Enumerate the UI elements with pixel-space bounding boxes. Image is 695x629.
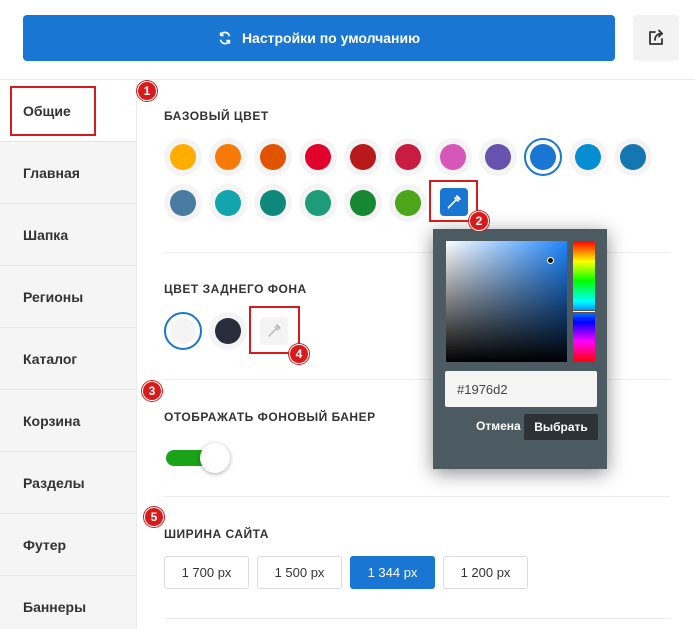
reset-defaults-label: Настройки по умолчанию [241,30,421,46]
sidebar-item-label: Общие [23,102,71,119]
base-color-swatch[interactable] [344,184,382,222]
base-color-swatch[interactable] [299,184,337,222]
sidebar-item-sections[interactable]: Разделы [0,452,136,514]
background-color-swatch[interactable] [209,312,247,350]
swatch-color [485,144,511,170]
sidebar-item-label: Корзина [23,412,81,429]
base-color-swatch[interactable] [209,138,247,176]
background-color-title: ЦВЕТ ЗАДНЕГО ФОНА [164,282,307,296]
base-color-swatch[interactable] [524,138,562,176]
choose-button[interactable]: Выбрать [524,414,598,440]
swatch-color [350,190,376,216]
cancel-button[interactable]: Отмена [476,419,521,433]
section-divider [164,618,670,619]
swatch-color [260,190,286,216]
swatch-color [395,190,421,216]
toggle-knob [200,443,230,473]
swatch-color [215,144,241,170]
eyedropper-icon [446,194,462,210]
sidebar-item-catalog[interactable]: Каталог [0,328,136,390]
background-color-custom-button[interactable] [260,317,288,345]
swatch-color [620,144,646,170]
sidebar-item-header[interactable]: Шапка [0,204,136,266]
sidebar-item-label: Шапка [23,226,69,243]
base-color-swatch[interactable] [389,184,427,222]
swatch-color [215,318,241,344]
sidebar-item-label: Каталог [23,350,78,367]
annotation-marker: 4 [289,344,309,364]
annotation-marker: 3 [142,381,162,401]
base-color-swatch[interactable] [389,138,427,176]
color-picker-popup: Отмена Выбрать [433,229,607,469]
swatch-color [305,190,331,216]
settings-sidebar: Общие Главная Шапка Регионы Каталог Корз… [0,80,137,629]
sidebar-item-label: Главная [23,164,80,181]
sidebar-item-banners[interactable]: Баннеры [0,576,136,629]
swatch-color [530,144,556,170]
share-icon [647,29,665,47]
swatch-color [305,144,331,170]
width-option-1700[interactable]: 1 700 px [164,556,249,589]
sidebar-item-label: Регионы [23,288,84,305]
site-width-title: ШИРИНА САЙТА [164,527,269,541]
base-color-swatch[interactable] [479,138,517,176]
banner-title: ОТОБРАЖАТЬ ФОНОВЫЙ БАНЕР [164,410,376,424]
sidebar-item-footer[interactable]: Футер [0,514,136,576]
banner-toggle[interactable] [164,443,230,473]
base-color-custom-button[interactable] [440,188,468,216]
base-color-swatch[interactable] [569,138,607,176]
swatch-color [170,190,196,216]
swatch-color [215,190,241,216]
swatch-color [170,144,196,170]
width-option-1500[interactable]: 1 500 px [257,556,342,589]
annotation-marker: 2 [469,211,489,231]
base-color-swatch[interactable] [254,138,292,176]
base-color-swatch[interactable] [254,184,292,222]
swatch-color [170,318,196,344]
hex-color-input[interactable] [445,371,597,407]
hue-slider[interactable] [572,241,596,362]
hue-slider-handle[interactable] [572,310,596,313]
width-option-1200[interactable]: 1 200 px [443,556,528,589]
section-divider [164,496,670,497]
top-bar: Настройки по умолчанию [0,0,695,80]
base-color-swatch[interactable] [614,138,652,176]
swatch-color [575,144,601,170]
base-color-swatch[interactable] [164,184,202,222]
sidebar-item-regions[interactable]: Регионы [0,266,136,328]
share-button[interactable] [633,15,679,61]
swatch-color [260,144,286,170]
sidebar-item-cart[interactable]: Корзина [0,390,136,452]
sidebar-item-label: Баннеры [23,598,87,615]
base-color-swatch[interactable] [209,184,247,222]
base-color-swatch[interactable] [299,138,337,176]
swatch-color [395,144,421,170]
refresh-icon [218,31,232,45]
saturation-value-area[interactable] [446,241,567,362]
base-color-swatch[interactable] [434,138,472,176]
base-color-swatch[interactable] [164,138,202,176]
sidebar-item-label: Футер [23,536,67,553]
eyedropper-icon [266,323,282,339]
base-color-title: БАЗОВЫЙ ЦВЕТ [164,109,269,123]
sidebar-item-main[interactable]: Главная [0,142,136,204]
annotation-marker: 1 [137,81,157,101]
saturation-cursor[interactable] [547,257,554,264]
width-option-1344[interactable]: 1 344 px [350,556,435,589]
annotation-marker: 5 [144,507,164,527]
base-color-swatch[interactable] [344,138,382,176]
swatch-color [440,144,466,170]
sidebar-item-general[interactable]: Общие [0,80,136,142]
swatch-color [350,144,376,170]
background-color-swatch[interactable] [164,312,202,350]
sidebar-item-label: Разделы [23,474,85,491]
reset-defaults-button[interactable]: Настройки по умолчанию [23,15,615,61]
